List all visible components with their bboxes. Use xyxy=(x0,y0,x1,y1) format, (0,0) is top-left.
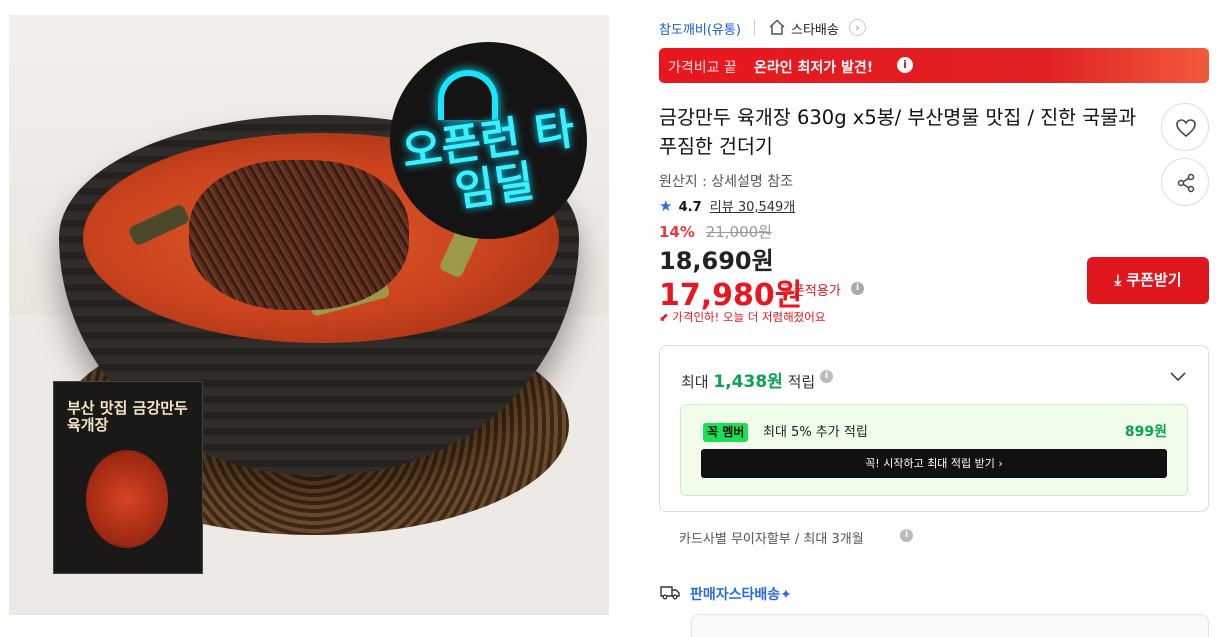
divider xyxy=(754,19,755,35)
star-icon: ★ xyxy=(659,197,673,215)
delivery-info-box xyxy=(691,614,1209,637)
heart-icon xyxy=(1176,119,1196,138)
coupon-download-button[interactable]: ⤓ 쿠폰받기 xyxy=(1087,257,1209,304)
member-badge: 꼭 멤버 xyxy=(703,423,749,442)
member-points-text: 최대 5% 추가 적립 xyxy=(763,425,868,440)
origin-text: 원산지 : 상세설명 참조 xyxy=(659,174,793,190)
banner-strong-text: 온라인 최저가 발견! xyxy=(754,60,874,76)
info-icon[interactable]: i xyxy=(851,282,864,295)
discount-rate: 14% xyxy=(659,223,695,241)
price-compare-banner[interactable]: 가격비교 끝 온라인 최저가 발견! i xyxy=(659,48,1209,83)
truck-icon xyxy=(660,586,680,600)
coupon-price-label: 쿠폰적용가 xyxy=(781,284,841,299)
chevron-down-icon[interactable] xyxy=(1168,366,1188,386)
info-icon[interactable]: i xyxy=(900,529,913,542)
share-button[interactable] xyxy=(1161,158,1209,206)
package-photo xyxy=(86,450,168,548)
seller-link[interactable]: 참도깨비(유통) xyxy=(659,19,741,38)
points-suffix: 적립 xyxy=(787,373,816,391)
share-icon xyxy=(1177,173,1195,193)
rating-row: ★ 4.7 리뷰 30,549개 xyxy=(659,196,795,215)
product-image[interactable]: 오픈런 타임딜 부산 맛집 금강만두 육개장 xyxy=(9,15,609,615)
product-package: 부산 맛집 금강만두 육개장 xyxy=(53,381,203,574)
info-icon[interactable]: i xyxy=(820,370,833,383)
coupon-button-label: 쿠폰받기 xyxy=(1126,271,1182,289)
points-amount: 1,438원 xyxy=(713,372,783,392)
price-drop-notice: ⬋ 가격인하! 오늘 더 저렴해졌어요 xyxy=(659,309,825,325)
home-icon[interactable] xyxy=(768,18,786,36)
review-link[interactable]: 리뷰 30,549개 xyxy=(710,200,796,215)
original-price: 21,000원 xyxy=(705,223,772,241)
rating-value: 4.7 xyxy=(678,200,702,215)
shredded-beef xyxy=(189,160,409,310)
wishlist-button[interactable] xyxy=(1161,103,1209,151)
member-signup-button[interactable]: 꼭! 시작하고 최대 적립 받기 › xyxy=(701,449,1167,478)
chevron-right-icon[interactable]: › xyxy=(849,19,866,36)
installment-text: 카드사별 무이자할부 / 최대 3개월 xyxy=(679,532,864,547)
price-drop-arrow-icon: ⬋ xyxy=(659,310,669,324)
download-icon: ⤓ xyxy=(1114,271,1122,289)
points-panel: 최대 1,438원 적립 i 꼭 멤버 최대 5% 추가 적립 899원 꼭! … xyxy=(659,345,1209,512)
seller-star-delivery[interactable]: 판매자스타배송✦ xyxy=(690,584,792,604)
member-points-box: 꼭 멤버 최대 5% 추가 적립 899원 꼭! 시작하고 최대 적립 받기 › xyxy=(680,404,1188,496)
product-title: 금강만두 육개장 630g x5봉/ 부산명물 맛집 / 진한 국물과 푸짐한 … xyxy=(659,106,1137,158)
points-title: 최대 1,438원 적립 xyxy=(681,367,815,392)
package-title: 부산 맛집 금강만두 육개장 xyxy=(67,399,188,434)
price-drop-text: 가격인하! 오늘 더 저렴해졌어요 xyxy=(672,310,826,324)
banner-label: 가격비교 끝 xyxy=(668,60,737,76)
info-icon[interactable]: i xyxy=(897,57,913,73)
points-prefix: 최대 xyxy=(681,373,709,391)
member-points-amount: 899원 xyxy=(1124,424,1167,440)
store-link[interactable]: 스타배송 xyxy=(791,19,839,38)
discount-row: 14% 21,000원 xyxy=(659,221,772,242)
